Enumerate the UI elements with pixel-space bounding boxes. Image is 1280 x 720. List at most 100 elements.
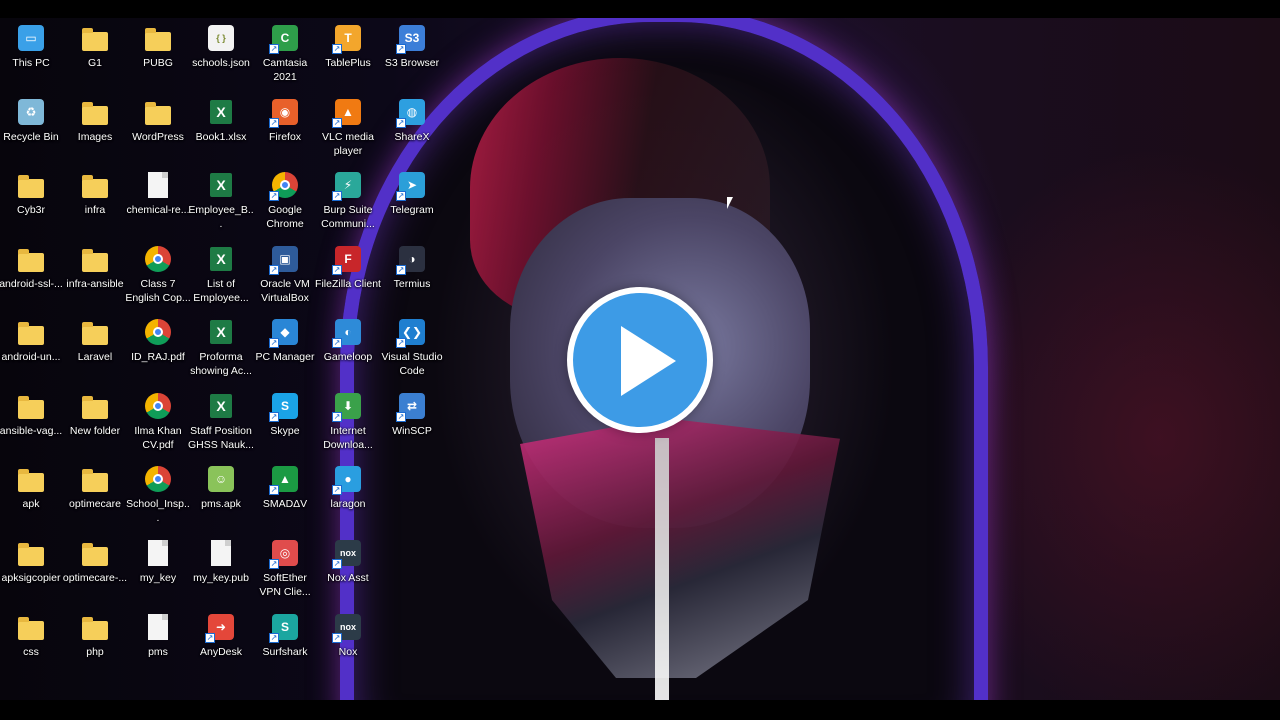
desktop-icon[interactable]: X Staff Position GHSS Nauk... (188, 386, 254, 452)
file-icon (142, 169, 174, 201)
desktop-icon[interactable]: ▭ This PC (0, 18, 62, 71)
desktop-icon[interactable]: ▲ ↗ SMADΔV (254, 459, 316, 512)
desktop-icon-label: Termius (393, 278, 431, 290)
desktop-icon[interactable]: optimecare-... (63, 533, 127, 586)
skype-icon: S ↗ (269, 390, 301, 422)
desktop-icon[interactable]: ID_RAJ.pdf (127, 312, 189, 365)
desktop-icon[interactable]: ➜ ↗ AnyDesk (190, 607, 252, 660)
desktop-icon[interactable]: apk (0, 459, 62, 512)
shortcut-arrow-icon: ↗ (205, 633, 215, 643)
desktop-icon[interactable]: my_key (127, 533, 189, 586)
shortcut-arrow-icon: ↗ (332, 191, 342, 201)
desktop-icon[interactable]: School_Insp... (126, 459, 190, 525)
desktop-icon[interactable]: Laravel (64, 312, 126, 365)
desktop-icon[interactable]: ▣ ↗ Oracle VM VirtualBox (254, 239, 316, 305)
desktop-icon[interactable]: ◆ ↗ PC Manager (254, 312, 316, 365)
desktop-icon[interactable]: pms (127, 607, 189, 660)
desktop-icon[interactable]: X Employee_B... (188, 165, 254, 231)
idm-icon: ⬇ ↗ (332, 390, 364, 422)
burp-suite-icon: ⚡ ↗ (332, 169, 364, 201)
desktop-icon-label: Ilma Khan CV.pdf (134, 425, 182, 451)
desktop-icon[interactable]: ⚡ ↗ Burp Suite Communi... (317, 165, 379, 231)
desktop-icon[interactable]: ◉ ↗ Firefox (254, 92, 316, 145)
desktop-icon[interactable]: ↗ Google Chrome (254, 165, 316, 231)
desktop-icon[interactable]: infra (64, 165, 126, 218)
desktop-icon[interactable]: nox ↗ Nox (317, 607, 379, 660)
desktop-icon[interactable]: ➤ ↗ Telegram (381, 165, 443, 218)
chrome-pdf-icon (142, 243, 174, 275)
desktop-icon[interactable]: infra-ansible (64, 239, 126, 292)
desktop-icon[interactable]: nox ↗ Nox Asst (317, 533, 379, 586)
desktop-icon[interactable]: ◍ ↗ ShareX (381, 92, 443, 145)
anydesk-icon: ➜ ↗ (205, 611, 237, 643)
folder-icon (15, 169, 47, 201)
shortcut-arrow-icon: ↗ (332, 412, 342, 422)
desktop-icon[interactable]: WordPress (127, 92, 189, 145)
desktop-icon-label: WinSCP (392, 425, 432, 437)
desktop-icon-label: Book1.xlsx (195, 131, 247, 143)
chrome-pdf-icon (142, 316, 174, 348)
desktop-icon[interactable]: optimecare (64, 459, 126, 512)
play-button[interactable] (567, 287, 713, 433)
desktop-icon[interactable]: ● ↗ laragon (317, 459, 379, 512)
desktop-icon[interactable]: php (64, 607, 126, 660)
desktop-icon[interactable]: apksigcopier (0, 533, 62, 586)
desktop-icon-label: optimecare (69, 498, 121, 510)
desktop-icon-label: apksigcopier (1, 572, 61, 584)
desktop-icon[interactable]: ansible-vag... (0, 386, 62, 439)
desktop-icon-label: FileZilla Client (315, 278, 381, 290)
desktop-icon[interactable]: ☺ pms.apk (190, 459, 252, 512)
desktop-icon[interactable]: ⬇ ↗ Internet Downloa... (317, 386, 379, 452)
desktop-icon[interactable]: android-ssl-... (0, 239, 63, 292)
desktop-icon-label: ShareX (394, 131, 430, 143)
desktop-icon[interactable]: Images (64, 92, 126, 145)
desktop-icon[interactable]: ❮❯ ↗ Visual Studio Code (381, 312, 443, 378)
desktop-icon[interactable]: chemical-re... (126, 165, 190, 218)
desktop-icon[interactable]: ◑ ↗ Termius (381, 239, 443, 292)
desktop-icon[interactable]: X List of Employee... (190, 239, 252, 305)
desktop-icon[interactable]: ⇄ ↗ WinSCP (381, 386, 443, 439)
desktop-icon[interactable]: PUBG (127, 18, 189, 71)
play-button-icon (621, 326, 676, 396)
desktop-icon[interactable]: Ilma Khan CV.pdf (127, 386, 189, 452)
desktop-icon[interactable]: T ↗ TablePlus (317, 18, 379, 71)
desktop-icon[interactable]: New folder (64, 386, 126, 439)
desktop-icon[interactable]: { } schools.json (190, 18, 252, 71)
nox-icon: nox ↗ (332, 537, 364, 569)
desktop-icon[interactable]: ◐ ↗ Gameloop (317, 312, 379, 365)
desktop-icon-label: Images (77, 131, 113, 143)
desktop-icon[interactable]: S3 ↗ S3 Browser (381, 18, 443, 71)
winscp-icon: ⇄ ↗ (396, 390, 428, 422)
desktop-icon[interactable]: css (0, 607, 62, 660)
wallpaper-stripe (655, 438, 669, 700)
softether-icon: ◎ ↗ (269, 537, 301, 569)
desktop-icon[interactable]: Cyb3r (0, 165, 62, 218)
folder-icon (79, 390, 111, 422)
desktop-icon[interactable]: X Proforma showing Ac... (190, 312, 252, 378)
desktop-icon-label: apk (22, 498, 40, 510)
excel-icon: X (205, 390, 237, 422)
android-apk-icon: ☺ (205, 463, 237, 495)
vscode-icon: ❮❯ ↗ (396, 316, 428, 348)
desktop-icon[interactable]: ▲ ↗ VLC media player (317, 92, 379, 158)
desktop-icon[interactable]: C ↗ Camtasia 2021 (254, 18, 316, 84)
filezilla-icon: F ↗ (332, 243, 364, 275)
desktop-icon-label: android-un... (1, 351, 61, 363)
desktop-icon-label: chemical-re... (126, 204, 190, 216)
folder-icon (79, 537, 111, 569)
chrome-pdf-icon (142, 390, 174, 422)
desktop-icon[interactable]: Class 7 English Cop... (125, 239, 191, 305)
shortcut-arrow-icon: ↗ (269, 118, 279, 128)
shortcut-arrow-icon: ↗ (332, 633, 342, 643)
desktop-icon[interactable]: S ↗ Surfshark (254, 607, 316, 660)
desktop-icon[interactable]: G1 (64, 18, 126, 71)
shortcut-arrow-icon: ↗ (269, 265, 279, 275)
desktop-icon[interactable]: my_key.pub (190, 533, 252, 586)
desktop-icon[interactable]: F ↗ FileZilla Client (315, 239, 381, 292)
desktop-icon[interactable]: ♻ Recycle Bin (0, 92, 62, 145)
excel-icon: X (205, 243, 237, 275)
desktop-icon[interactable]: android-un... (0, 312, 62, 365)
desktop-icon[interactable]: X Book1.xlsx (190, 92, 252, 145)
desktop-icon[interactable]: S ↗ Skype (254, 386, 316, 439)
desktop-icon[interactable]: ◎ ↗ SoftEther VPN Clie... (254, 533, 316, 599)
